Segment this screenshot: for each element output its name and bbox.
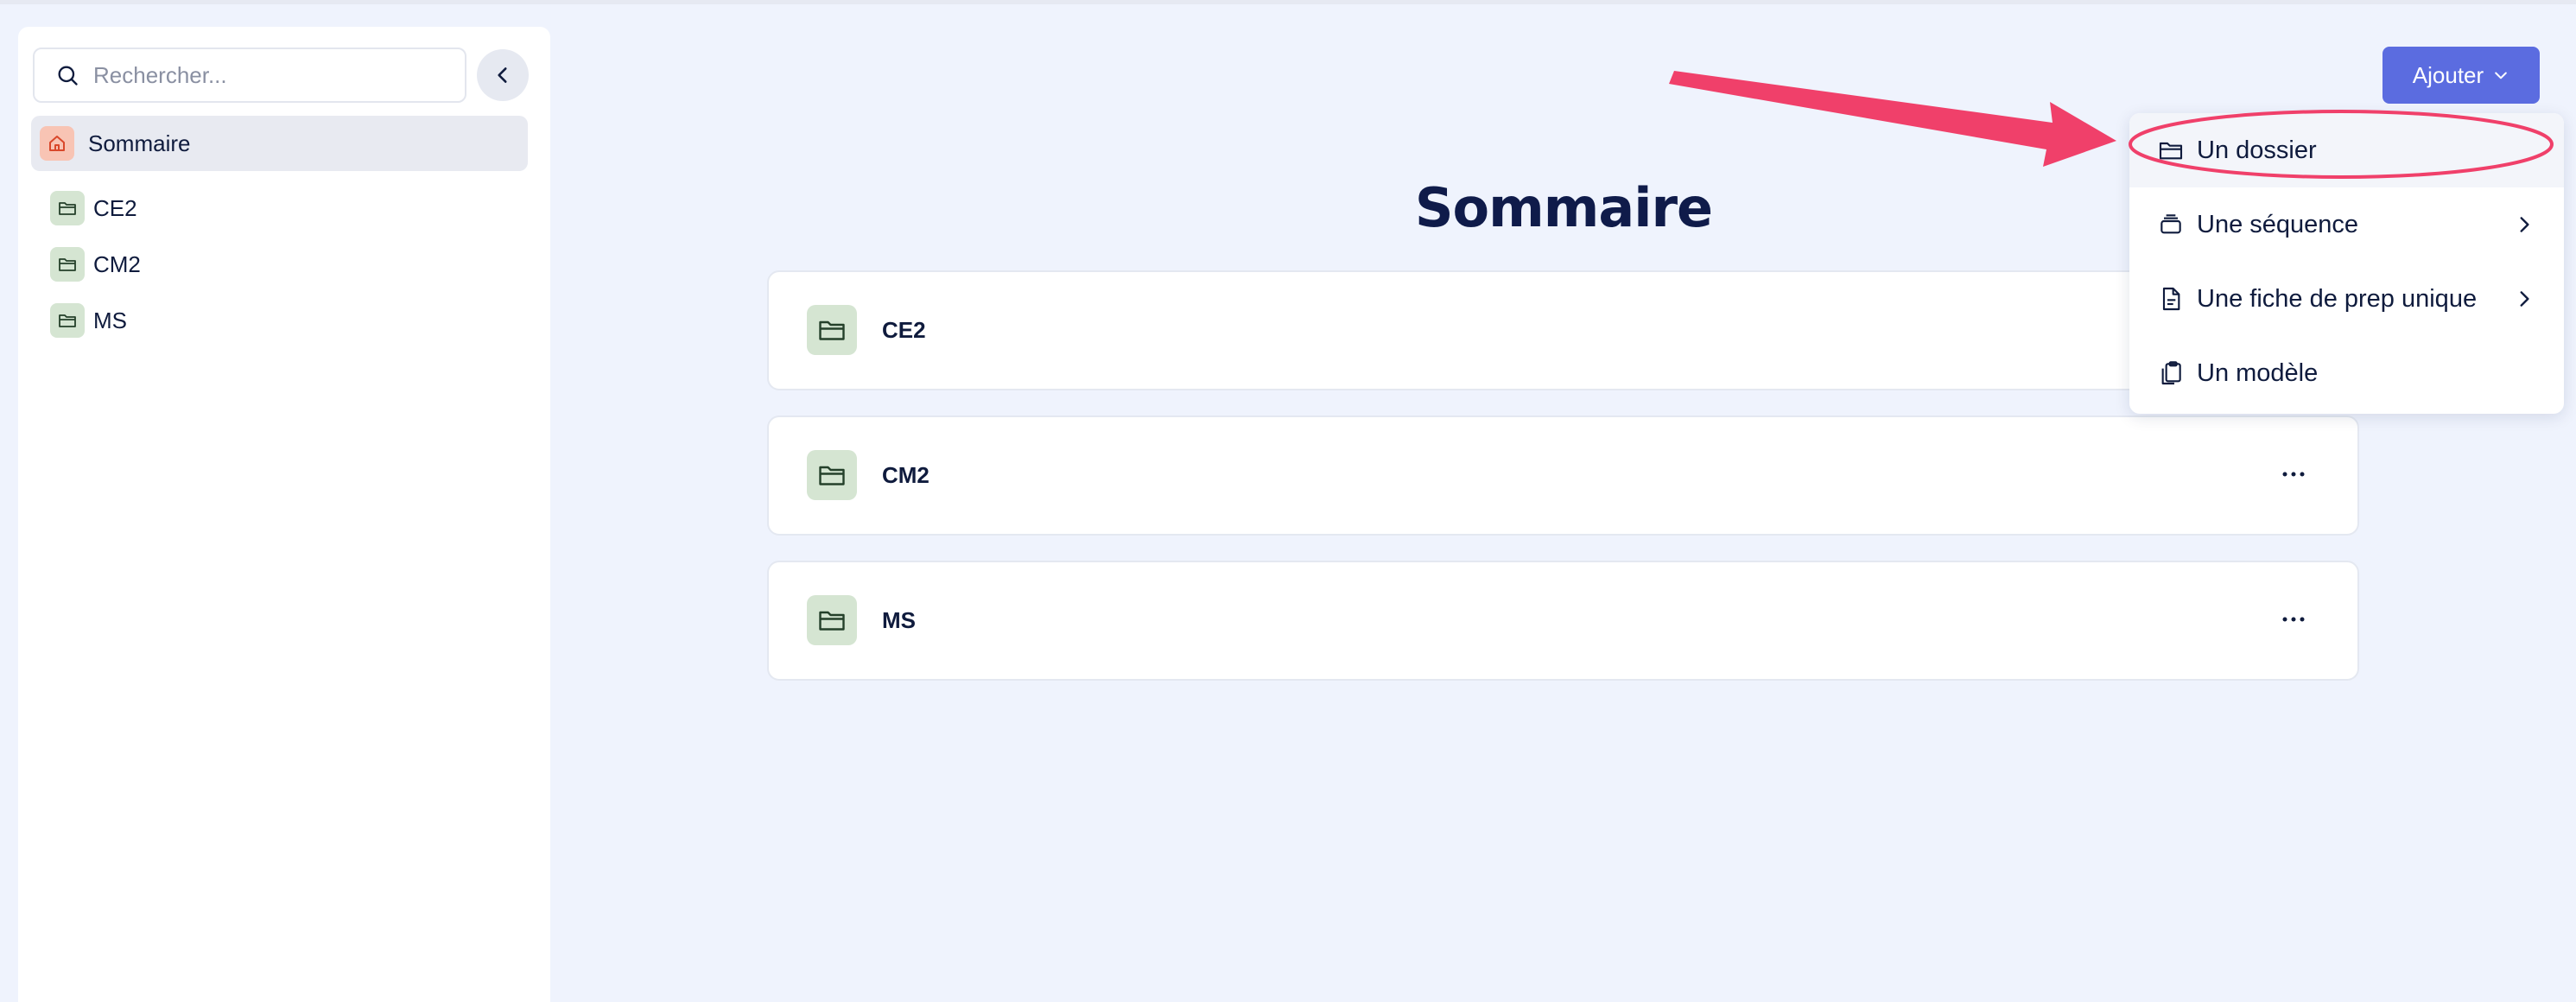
folder-icon bbox=[2157, 136, 2185, 164]
folder-card-ms[interactable]: MS bbox=[767, 561, 2359, 681]
more-options-button[interactable] bbox=[2276, 602, 2311, 637]
folder-icon bbox=[807, 450, 857, 500]
menu-item-un-dossier[interactable]: Un dossier bbox=[2129, 113, 2564, 187]
search-icon bbox=[58, 66, 78, 86]
page-title: Sommaire bbox=[1414, 176, 1713, 239]
folder-card-label: MS bbox=[882, 607, 916, 633]
folder-card-label: CM2 bbox=[882, 462, 930, 488]
folder-icon bbox=[50, 191, 85, 225]
sidebar-item-ce2[interactable]: CE2 bbox=[50, 187, 482, 229]
home-icon bbox=[40, 126, 74, 161]
folder-icon bbox=[50, 303, 85, 338]
sidebar-item-label: Sommaire bbox=[88, 130, 191, 156]
menu-item-label: Un modèle bbox=[2197, 358, 2319, 387]
annotation-arrow bbox=[1669, 71, 2116, 167]
more-options-button[interactable] bbox=[2276, 457, 2311, 491]
add-dropdown-menu: Un dossier Une séquence Une fiche de pre… bbox=[2129, 113, 2564, 414]
menu-item-une-fiche-de-prep-unique[interactable]: Une fiche de prep unique bbox=[2129, 262, 2564, 336]
folder-card-label: CE2 bbox=[882, 317, 926, 343]
sidebar-item-ms[interactable]: MS bbox=[50, 300, 482, 341]
add-button[interactable]: Ajouter bbox=[2382, 47, 2540, 104]
collapse-sidebar-button[interactable] bbox=[477, 49, 529, 101]
menu-item-un-modele[interactable]: Un modèle bbox=[2129, 336, 2564, 410]
clipboard-copy-icon bbox=[2157, 359, 2185, 387]
document-icon bbox=[2157, 285, 2185, 313]
menu-item-une-sequence[interactable]: Une séquence bbox=[2129, 187, 2564, 262]
top-border bbox=[0, 0, 2576, 4]
sidebar-item-cm2[interactable]: CM2 bbox=[50, 244, 482, 285]
chevron-right-icon bbox=[2510, 211, 2538, 238]
sidebar: Sommaire CE2 CM2 MS bbox=[18, 27, 550, 1002]
sidebar-item-label: MS bbox=[93, 307, 127, 333]
chevron-left-icon bbox=[498, 67, 507, 83]
search-input[interactable] bbox=[92, 60, 458, 90]
search-box[interactable] bbox=[33, 48, 466, 103]
more-horizontal-icon bbox=[2282, 472, 2305, 477]
menu-item-label: Une fiche de prep unique bbox=[2197, 284, 2478, 313]
folder-card-ce2[interactable]: CE2 bbox=[767, 270, 2359, 390]
folder-icon bbox=[50, 247, 85, 282]
chevron-right-icon bbox=[2510, 285, 2538, 313]
sidebar-item-sommaire[interactable]: Sommaire bbox=[31, 116, 528, 171]
more-horizontal-icon bbox=[2282, 617, 2305, 622]
folder-icon bbox=[807, 595, 857, 645]
menu-item-label: Un dossier bbox=[2197, 136, 2317, 164]
menu-item-label: Une séquence bbox=[2197, 210, 2359, 238]
sidebar-item-label: CM2 bbox=[93, 250, 141, 277]
folder-icon bbox=[807, 305, 857, 355]
chevron-down-icon bbox=[2495, 72, 2508, 79]
folder-card-cm2[interactable]: CM2 bbox=[767, 415, 2359, 536]
stack-icon bbox=[2157, 211, 2185, 238]
sidebar-item-label: CE2 bbox=[93, 194, 137, 221]
add-button-label: Ajouter bbox=[2412, 61, 2484, 88]
